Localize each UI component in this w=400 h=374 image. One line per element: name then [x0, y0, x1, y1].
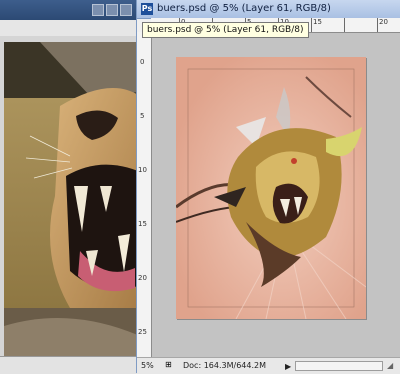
lion-photo	[4, 42, 140, 356]
background-window-titlebar[interactable]	[0, 0, 140, 20]
ruler-label: 20	[379, 18, 388, 26]
zoom-level[interactable]: 5%	[141, 361, 154, 370]
lion-illustration	[175, 57, 367, 320]
document-title: buers.psd @ 5% (Layer 61, RGB/8)	[157, 3, 331, 14]
ruler-label: 15	[138, 220, 147, 228]
background-document-window[interactable]	[0, 0, 140, 374]
document-canvas[interactable]	[152, 33, 400, 357]
triangle-right-icon[interactable]: ▶	[285, 362, 291, 371]
ruler-label: 20	[138, 274, 147, 282]
background-ruler	[0, 20, 140, 37]
background-canvas[interactable]	[0, 36, 140, 356]
ruler-label: 5	[140, 112, 145, 120]
status-icon[interactable]: ⊞	[165, 360, 172, 369]
document-titlebar[interactable]: Ps buers.psd @ 5% (Layer 61, RGB/8)	[137, 0, 400, 19]
ruler-label: 25	[138, 328, 147, 336]
resize-grip-icon[interactable]: ◢	[387, 361, 399, 371]
minimize-button[interactable]	[92, 4, 104, 16]
vertical-ruler[interactable]: 0 5 10 15 20 25	[137, 32, 152, 357]
ruler-label: 0	[140, 58, 145, 66]
horizontal-scrollbar[interactable]	[295, 361, 383, 371]
photoshop-icon: Ps	[141, 3, 153, 15]
document-window[interactable]: Ps buers.psd @ 5% (Layer 61, RGB/8) 0 5 …	[136, 0, 400, 374]
document-size-info: Doc: 164.3M/644.2M	[183, 361, 266, 370]
close-button[interactable]	[120, 4, 132, 16]
ruler-label: 10	[138, 166, 147, 174]
status-bar: 5% ⊞ Doc: 164.3M/644.2M ▶ ◢	[137, 357, 400, 374]
background-statusbar	[0, 356, 140, 374]
ruler-label: 15	[313, 18, 322, 26]
artboard[interactable]	[175, 57, 367, 320]
title-tooltip: buers.psd @ 5% (Layer 61, RGB/8)	[142, 22, 309, 38]
maximize-button[interactable]	[106, 4, 118, 16]
